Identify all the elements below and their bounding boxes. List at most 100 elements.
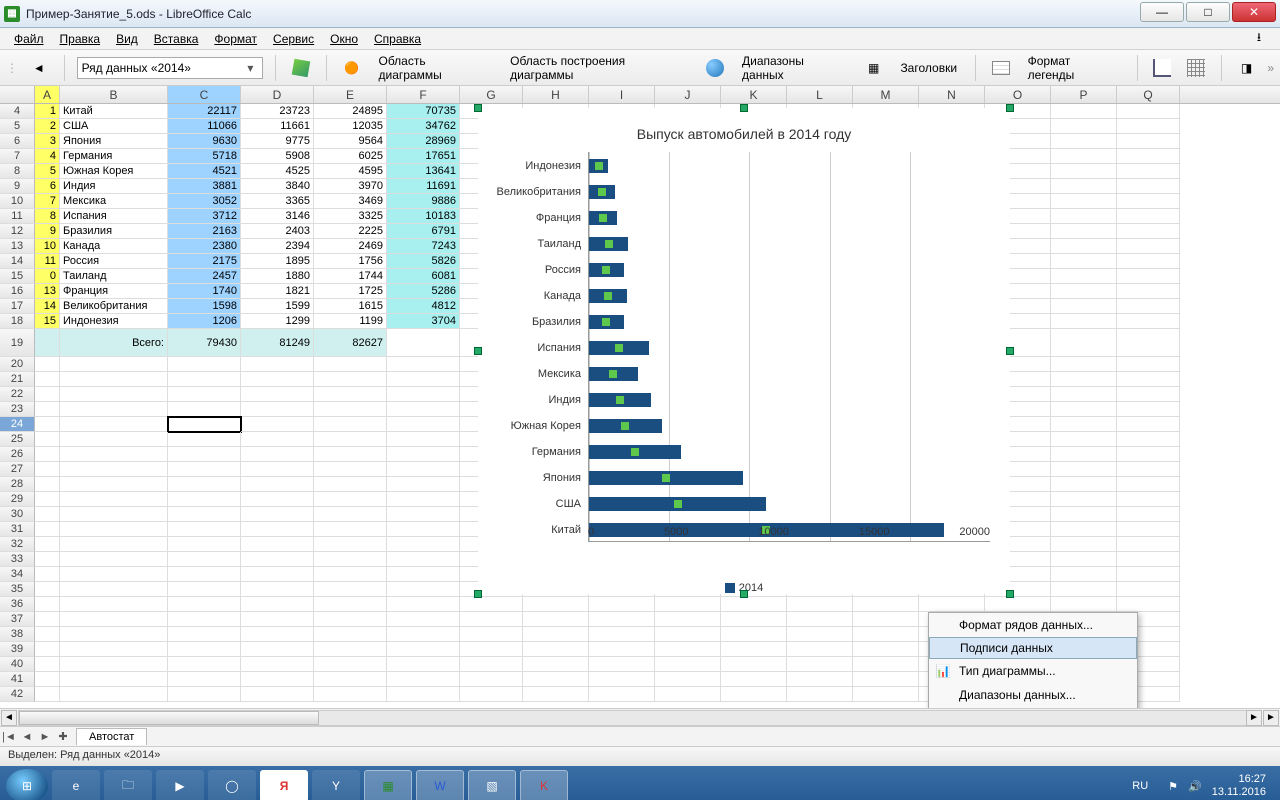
cell[interactable] xyxy=(853,672,919,687)
maximize-button[interactable]: □ xyxy=(1186,2,1230,22)
cell[interactable] xyxy=(168,582,241,597)
cell[interactable] xyxy=(60,552,168,567)
row-header[interactable]: 33 xyxy=(0,552,35,567)
cell[interactable]: 6025 xyxy=(314,149,387,164)
cell[interactable] xyxy=(721,627,787,642)
cell[interactable] xyxy=(523,672,589,687)
cell[interactable] xyxy=(168,657,241,672)
cell[interactable] xyxy=(168,357,241,372)
cell[interactable]: 2394 xyxy=(241,239,314,254)
cell[interactable] xyxy=(387,552,460,567)
col-header[interactable]: J xyxy=(655,86,721,103)
cell[interactable] xyxy=(387,417,460,432)
col-header[interactable]: A xyxy=(35,86,60,103)
cell[interactable]: 5826 xyxy=(387,254,460,269)
col-header[interactable]: M xyxy=(853,86,919,103)
cell[interactable] xyxy=(241,507,314,522)
row-header[interactable]: 25 xyxy=(0,432,35,447)
scale-text-icon[interactable]: ◨ xyxy=(1234,55,1260,81)
row-header[interactable]: 32 xyxy=(0,537,35,552)
row-header[interactable]: 31 xyxy=(0,522,35,537)
hgrid-icon[interactable] xyxy=(1150,55,1176,81)
cell[interactable] xyxy=(460,612,523,627)
cell[interactable]: 1744 xyxy=(314,269,387,284)
cell[interactable]: 13 xyxy=(35,284,60,299)
cell[interactable] xyxy=(35,537,60,552)
cell[interactable] xyxy=(1051,402,1117,417)
row-header[interactable]: 8 xyxy=(0,164,35,179)
row-header[interactable]: 26 xyxy=(0,447,35,462)
cell[interactable]: 11691 xyxy=(387,179,460,194)
cell[interactable] xyxy=(1117,522,1180,537)
cell[interactable] xyxy=(60,372,168,387)
cell[interactable] xyxy=(1051,387,1117,402)
cell[interactable] xyxy=(35,612,60,627)
cell[interactable] xyxy=(1117,119,1180,134)
cell[interactable] xyxy=(589,642,655,657)
cell[interactable]: 4 xyxy=(35,149,60,164)
col-header[interactable]: G xyxy=(460,86,523,103)
cell[interactable]: 5908 xyxy=(241,149,314,164)
cell[interactable] xyxy=(35,477,60,492)
cell[interactable] xyxy=(168,612,241,627)
cell[interactable]: 10 xyxy=(35,239,60,254)
cell[interactable] xyxy=(314,417,387,432)
cell[interactable] xyxy=(1117,329,1180,357)
cell[interactable] xyxy=(35,432,60,447)
row-header[interactable]: 20 xyxy=(0,357,35,372)
cell[interactable]: Таиланд xyxy=(60,269,168,284)
cell[interactable] xyxy=(787,687,853,702)
cell[interactable] xyxy=(35,642,60,657)
cell[interactable] xyxy=(1117,402,1180,417)
col-header[interactable]: Q xyxy=(1117,86,1180,103)
cell[interactable] xyxy=(35,522,60,537)
cell[interactable]: 11661 xyxy=(241,119,314,134)
cell[interactable]: 82627 xyxy=(314,329,387,357)
legend-format-button[interactable]: Формат легенды xyxy=(1022,51,1125,85)
cell[interactable] xyxy=(787,672,853,687)
cell[interactable] xyxy=(60,477,168,492)
cell[interactable] xyxy=(1117,164,1180,179)
horizontal-scrollbar[interactable]: ◄ ► ► xyxy=(0,708,1280,726)
cell[interactable]: Япония xyxy=(60,134,168,149)
cell[interactable] xyxy=(60,687,168,702)
cell[interactable] xyxy=(241,372,314,387)
cell[interactable] xyxy=(35,507,60,522)
cell[interactable]: 12035 xyxy=(314,119,387,134)
cell[interactable] xyxy=(1051,134,1117,149)
cell[interactable] xyxy=(387,657,460,672)
cell[interactable]: 1299 xyxy=(241,314,314,329)
cell[interactable]: 5718 xyxy=(168,149,241,164)
cell[interactable] xyxy=(35,329,60,357)
cell[interactable] xyxy=(60,672,168,687)
cell[interactable] xyxy=(241,477,314,492)
taskbar-browser-icon[interactable]: Y xyxy=(312,770,360,800)
cell[interactable] xyxy=(241,417,314,432)
cell[interactable] xyxy=(589,612,655,627)
cell[interactable] xyxy=(853,597,919,612)
cell[interactable] xyxy=(523,627,589,642)
close-button[interactable]: ✕ xyxy=(1232,2,1276,22)
cell[interactable]: 3469 xyxy=(314,194,387,209)
cell[interactable] xyxy=(387,597,460,612)
cell[interactable]: Франция xyxy=(60,284,168,299)
cell[interactable] xyxy=(168,522,241,537)
cell[interactable] xyxy=(1117,387,1180,402)
cell[interactable] xyxy=(168,477,241,492)
cell[interactable]: 1599 xyxy=(241,299,314,314)
cell[interactable] xyxy=(314,537,387,552)
cell[interactable]: 3146 xyxy=(241,209,314,224)
cell[interactable] xyxy=(387,642,460,657)
menu-edit[interactable]: Правка xyxy=(54,30,107,48)
chart-bar[interactable]: Бразилия xyxy=(589,315,624,329)
cell[interactable]: 81249 xyxy=(241,329,314,357)
chart-title[interactable]: Выпуск автомобилей в 2014 году xyxy=(478,108,1010,152)
cell[interactable]: 6081 xyxy=(387,269,460,284)
cell[interactable] xyxy=(314,402,387,417)
cell[interactable] xyxy=(241,387,314,402)
cell[interactable] xyxy=(1051,209,1117,224)
cell[interactable] xyxy=(314,507,387,522)
cell[interactable]: 2163 xyxy=(168,224,241,239)
row-header[interactable]: 5 xyxy=(0,119,35,134)
cell[interactable] xyxy=(721,597,787,612)
